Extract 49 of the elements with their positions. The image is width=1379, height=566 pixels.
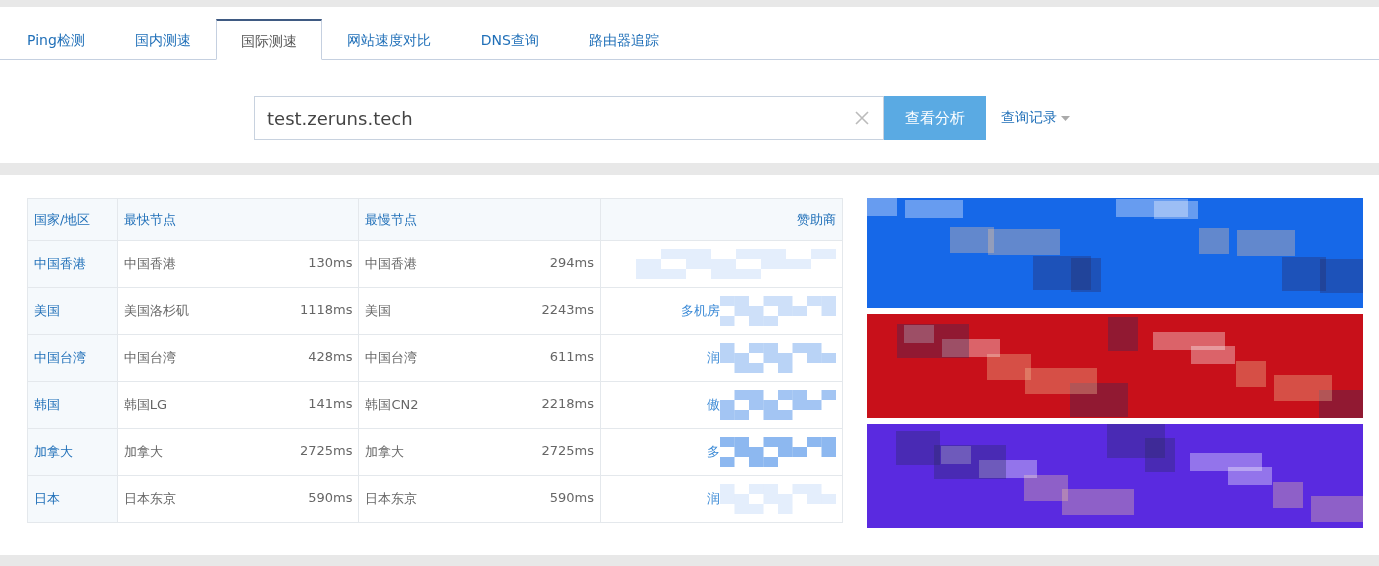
sponsor-link[interactable]: 润 (707, 490, 720, 508)
tab[interactable]: Ping检测 (0, 19, 110, 60)
latency: 590ms (549, 490, 595, 507)
region-cell: 中国香港 (27, 240, 118, 288)
node-name: 中国台湾 (123, 349, 176, 367)
node-name: 韩国LG (123, 396, 168, 414)
column-header: 国家/地区 (27, 198, 118, 241)
tab[interactable]: 路由器追踪 (563, 19, 684, 60)
node-name: 加拿大 (123, 443, 163, 461)
latency: 2218ms (541, 396, 595, 413)
latency: 611ms (549, 349, 595, 366)
region-cell: 中国台湾 (27, 334, 118, 382)
node-name: 日本东京 (365, 490, 418, 508)
latency: 1118ms (299, 302, 353, 319)
caret-icon (1061, 115, 1070, 121)
latency: 2725ms (299, 443, 353, 460)
column-header: 最慢节点 (358, 198, 601, 241)
column-header: 最快节点 (117, 198, 359, 241)
node-name: 韩国CN2 (365, 396, 419, 414)
tab[interactable]: 国际测速 (215, 19, 322, 60)
tab[interactable]: 国内测速 (109, 19, 216, 60)
tab[interactable]: DNS查询 (455, 19, 564, 60)
node-name: 中国台湾 (365, 349, 418, 367)
latency: 590ms (308, 490, 353, 507)
node-name: 美国洛杉矶 (123, 302, 189, 320)
latency: 428ms (308, 349, 353, 366)
region-cell: 日本 (27, 475, 118, 523)
history-link[interactable]: 查询记录 (1001, 109, 1161, 127)
close-icon[interactable] (854, 110, 870, 126)
sponsor-link[interactable]: 傲 (707, 396, 720, 414)
tab[interactable]: 网站速度对比 (321, 19, 456, 60)
search-field[interactable]: test.zeruns.tech (254, 96, 884, 140)
sponsor-link[interactable]: 多 (707, 443, 720, 461)
node-name: 美国 (365, 302, 392, 320)
sponsor-link[interactable]: 多机房 (681, 302, 720, 320)
latency: 2243ms (541, 302, 595, 319)
latency: 141ms (308, 396, 353, 413)
region-cell: 加拿大 (27, 428, 118, 476)
node-name: 中国香港 (365, 255, 418, 273)
node-name: 中国香港 (123, 255, 176, 273)
column-header: 赞助商 (600, 198, 843, 241)
latency: 2725ms (541, 443, 595, 460)
latency: 130ms (308, 255, 353, 272)
latency: 294ms (549, 255, 595, 272)
region-cell: 韩国 (27, 381, 118, 429)
sponsor-link[interactable]: 润 (707, 349, 720, 367)
region-cell: 美国 (27, 287, 118, 335)
node-name: 日本东京 (123, 490, 176, 508)
node-name: 加拿大 (365, 443, 405, 461)
